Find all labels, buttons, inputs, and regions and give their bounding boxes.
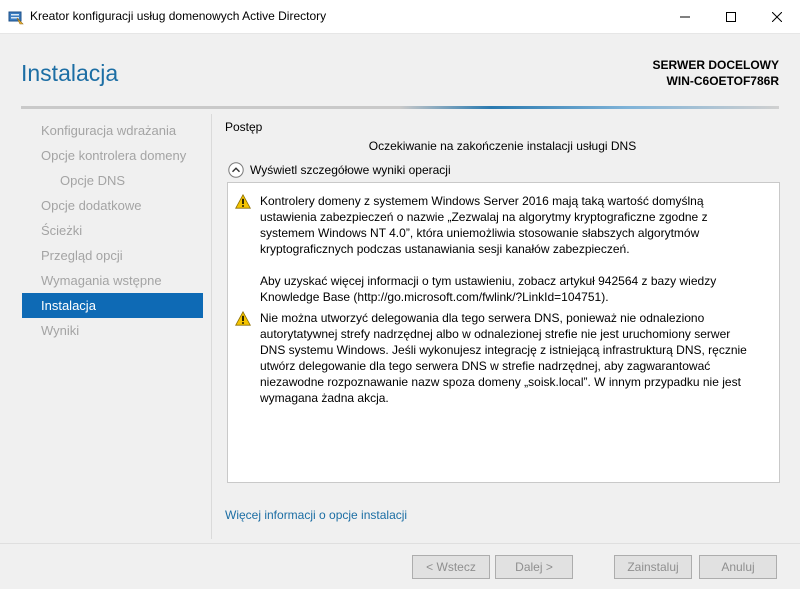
next-button[interactable]: Dalej > [495,555,573,579]
details-toggle-label: Wyświetl szczegółowe wyniki operacji [250,163,451,177]
nav-item-additional-options: Opcje dodatkowe [41,198,142,213]
window-title: Kreator konfiguracji usług domenowych Ac… [30,9,327,23]
more-info-link[interactable]: Więcej informacji o opcje instalacji [225,508,407,522]
title-bar: Kreator konfiguracji usług domenowych Ac… [0,0,800,34]
warning-icon [235,194,251,209]
wizard-footer: < Wstecz Dalej > Zainstaluj Anuluj [0,543,800,589]
nav-item-installation[interactable]: Instalacja [22,293,203,318]
warning-icon [235,311,251,326]
message-text: Kontrolery domeny z systemem Windows Ser… [260,193,772,305]
target-server-name: WIN-C6OETOF786R [666,74,779,88]
message-paragraph: Nie można utworzyć delegowania dla tego … [260,311,747,405]
chevron-up-icon [228,162,244,178]
nav-separator [211,114,212,539]
minimize-icon [680,16,690,17]
operation-results-panel[interactable]: Kontrolery domeny z systemem Windows Ser… [227,182,780,483]
nav-item-prerequisites: Wymagania wstępne [41,273,162,288]
install-button[interactable]: Zainstaluj [614,555,692,579]
nav-item-domain-controller-options: Opcje kontrolera domeny [41,148,187,163]
nav-item-dns-options: Opcje DNS [60,173,126,188]
nav-item-results: Wyniki [41,323,80,338]
cancel-button[interactable]: Anuluj [699,555,777,579]
section-title: Postęp [225,120,263,134]
nav-item-review-options: Przegląd opcji [41,248,123,263]
nav-item-deployment-configuration: Konfiguracja wdrażania [41,123,177,138]
nav-item-paths: Ścieżki [41,223,83,238]
message-paragraph: Aby uzyskać więcej informacji o tym usta… [260,274,717,304]
maximize-icon [726,11,736,22]
close-button[interactable] [754,0,800,33]
close-icon [772,11,782,22]
minimize-button[interactable] [662,0,708,33]
maximize-button[interactable] [708,0,754,33]
header-divider [21,106,779,109]
wizard-content: Konfiguracja wdrażania Opcje kontrolera … [0,110,800,543]
progress-status-text: Oczekiwanie na zakończenie instalacji us… [368,139,637,153]
wizard-header: Instalacja SERWER DOCELOWY WIN-C6OETOF78… [0,34,800,110]
details-toggle[interactable]: Wyświetl szczegółowe wyniki operacji [228,162,451,178]
message-text: Nie można utworzyć delegowania dla tego … [260,310,772,406]
server-wizard-icon [8,11,24,25]
target-server-label: SERWER DOCELOWY [652,58,779,72]
page-title: Instalacja [21,60,119,86]
wizard-nav: Konfiguracja wdrażania Opcje kontrolera … [22,118,203,343]
back-button[interactable]: < Wstecz [412,555,490,579]
message-paragraph: Kontrolery domeny z systemem Windows Ser… [260,194,708,256]
